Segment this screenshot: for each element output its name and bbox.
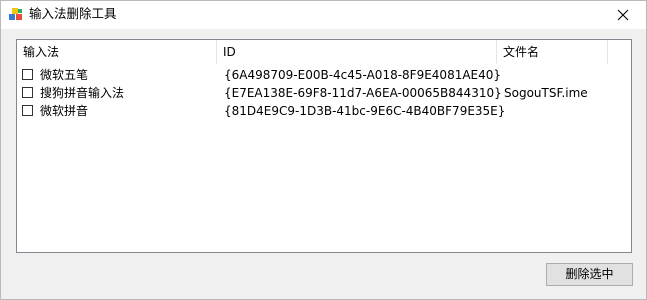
list-header: 输入法 ID 文件名: [17, 40, 631, 64]
ime-list[interactable]: 输入法 ID 文件名 微软五笔 {6A498709-E00B-4c45-A018…: [16, 39, 632, 253]
main-window: 输入法删除工具 输入法 ID 文件名 微软五笔 {6A498709-E00B-4…: [0, 0, 647, 300]
column-header-id[interactable]: ID: [217, 40, 497, 64]
window-title: 输入法删除工具: [29, 6, 117, 21]
ime-id: {81D4E9C9-1D3B-41bc-9E6C-4B40BF79E35E}: [224, 104, 506, 118]
ime-file: SogouTSF.ime: [504, 86, 588, 100]
list-item[interactable]: 搜狗拼音输入法 {E7EA138E-69F8-11d7-A6EA-00065B8…: [17, 85, 631, 101]
column-header-ime[interactable]: 输入法: [17, 40, 217, 64]
row-checkbox[interactable]: [22, 87, 33, 98]
ime-id: {6A498709-E00B-4c45-A018-8F9E4081AE40}: [224, 68, 502, 82]
delete-selected-button[interactable]: 删除选中: [546, 263, 633, 286]
row-checkbox[interactable]: [22, 105, 33, 116]
close-icon: [617, 9, 629, 21]
column-header-filename[interactable]: 文件名: [497, 40, 608, 64]
title-bar[interactable]: 输入法删除工具: [1, 1, 646, 29]
list-item[interactable]: 微软拼音 {81D4E9C9-1D3B-41bc-9E6C-4B40BF79E3…: [17, 103, 631, 119]
ime-name: 微软五笔: [40, 68, 89, 82]
app-icon: [9, 8, 22, 20]
ime-id: {E7EA138E-69F8-11d7-A6EA-00065B844310}: [224, 86, 502, 100]
row-checkbox[interactable]: [22, 69, 33, 80]
ime-name: 搜狗拼音输入法: [40, 86, 125, 100]
close-button[interactable]: [600, 1, 646, 29]
list-item[interactable]: 微软五笔 {6A498709-E00B-4c45-A018-8F9E4081AE…: [17, 67, 631, 83]
ime-name: 微软拼音: [40, 104, 89, 118]
